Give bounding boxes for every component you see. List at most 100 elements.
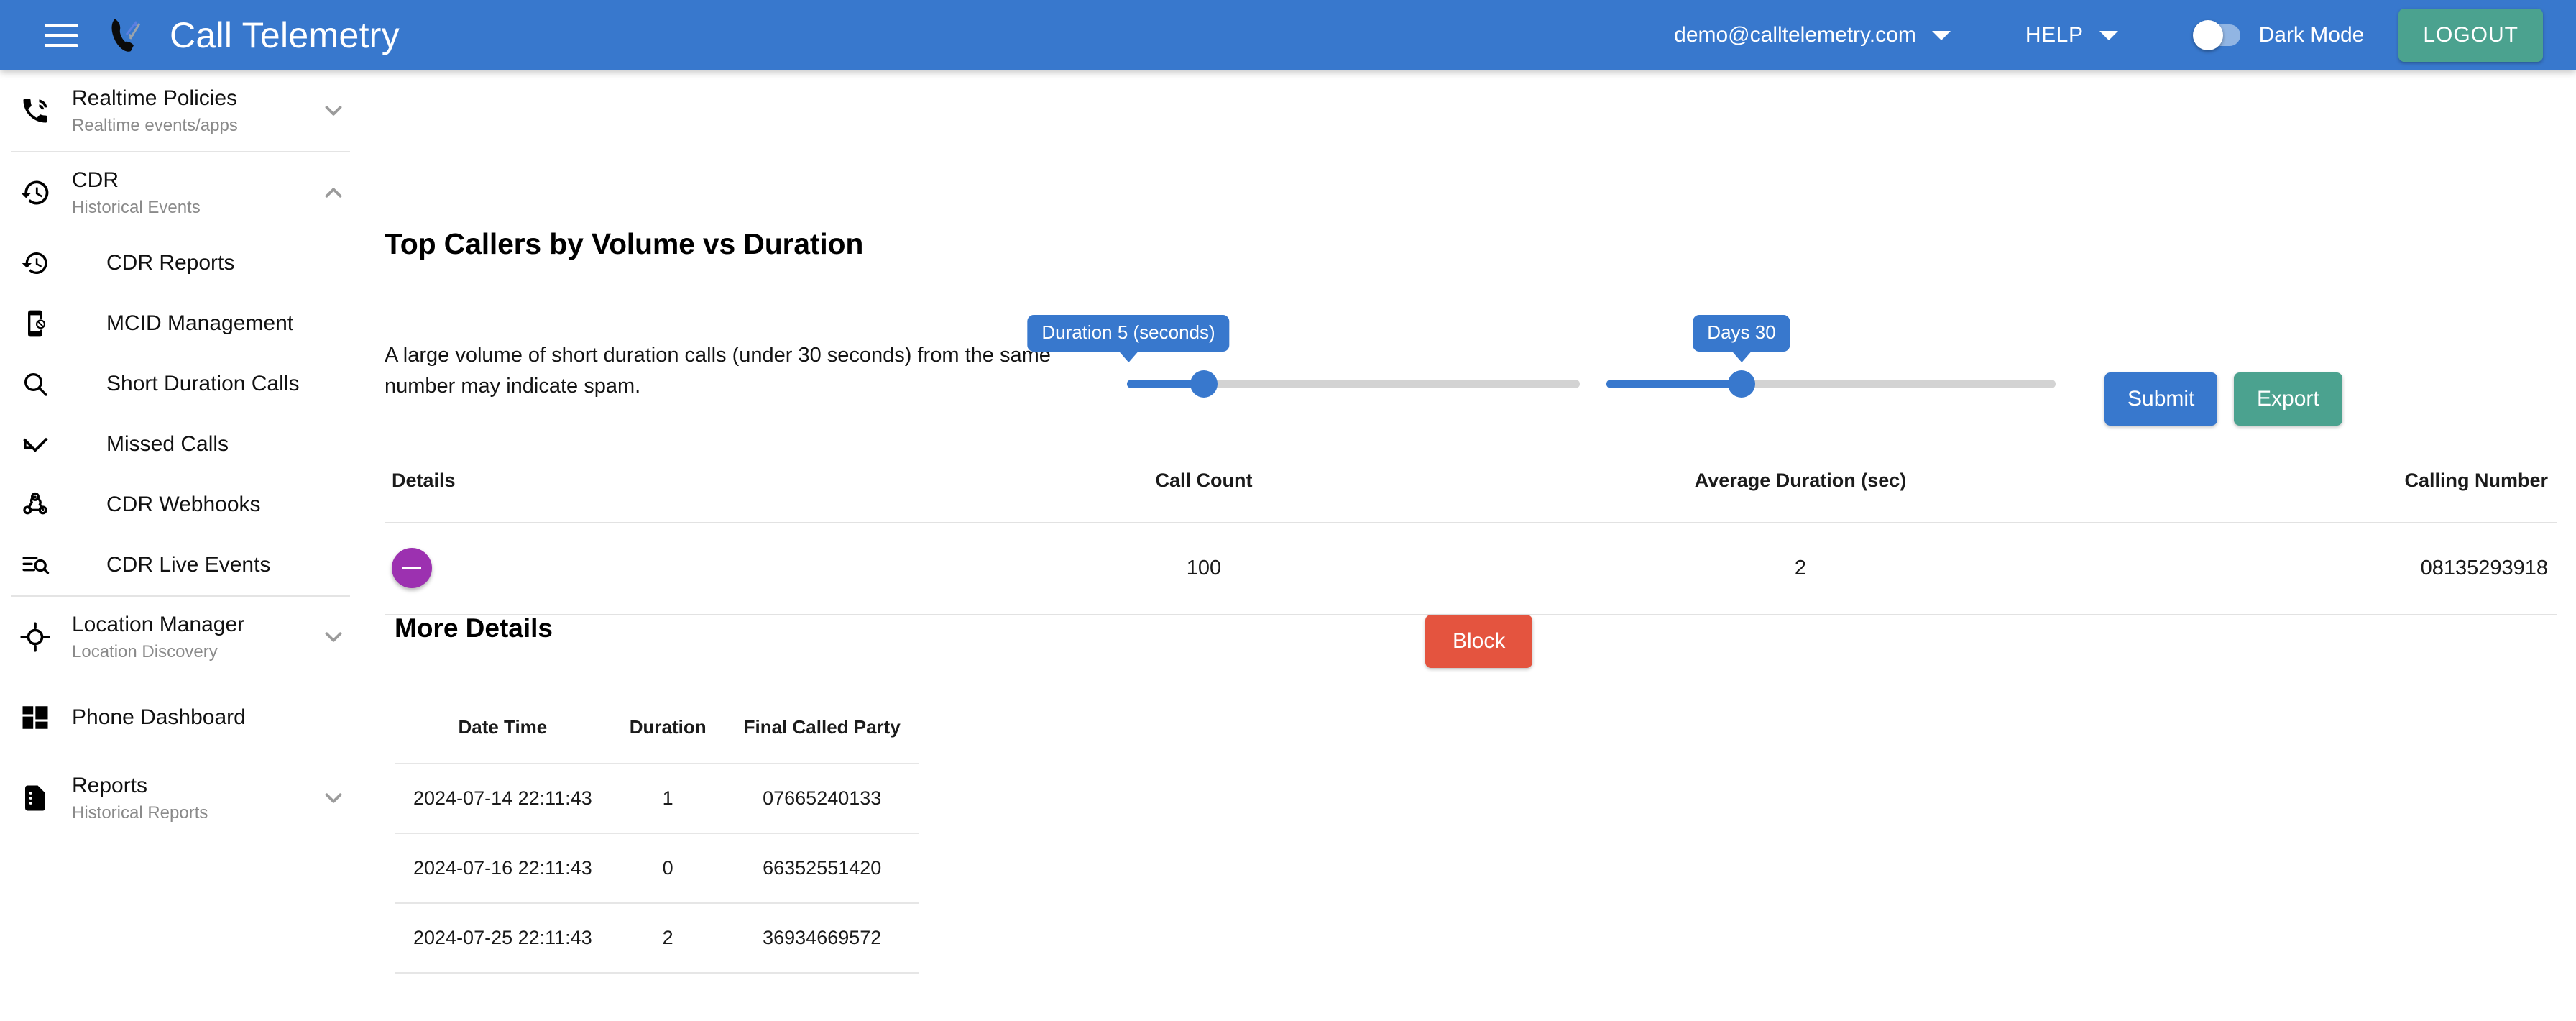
sidebar-group-realtime-policies: Realtime Policies Realtime events/apps bbox=[0, 70, 362, 151]
slider-thumb[interactable] bbox=[1727, 370, 1755, 398]
webhook-icon bbox=[12, 490, 59, 519]
sidebar-item-mcid-management[interactable]: MCID Management bbox=[0, 293, 362, 354]
sidebar-item-label: CDR Live Events bbox=[106, 553, 271, 577]
app-bar-actions: demo@calltelemetry.com HELP Dark Mode LO… bbox=[1671, 0, 2543, 70]
column-header-call-count: Call Count bbox=[931, 454, 1477, 523]
sidebar-item-label: CDR Webhooks bbox=[106, 493, 261, 516]
chevron-up-icon[interactable] bbox=[320, 179, 347, 206]
submit-button[interactable]: Submit bbox=[2104, 372, 2218, 426]
cell-final-called-party: 36934669572 bbox=[724, 902, 919, 974]
sidebar-item-subtitle: Realtime events/apps bbox=[72, 115, 238, 135]
toggle-knob bbox=[2192, 20, 2223, 50]
cell-date-time: 2024-07-16 22:11:43 bbox=[395, 833, 611, 903]
sidebar-item-text: Reports Historical Reports bbox=[72, 772, 208, 824]
list-item: 2024-07-25 22:11:43 2 36934669572 bbox=[395, 902, 919, 974]
sidebar-item-label: MCID Management bbox=[106, 311, 294, 335]
sidebar-item-text: Phone Dashboard bbox=[72, 704, 246, 731]
top-app-bar: Call Telemetry demo@calltelemetry.com HE… bbox=[0, 0, 2576, 70]
sidebar-group-reports: Reports Historical Reports bbox=[0, 758, 362, 838]
sidebar-item-realtime-policies[interactable]: Realtime Policies Realtime events/apps bbox=[0, 70, 362, 151]
sidebar-item-title: Phone Dashboard bbox=[72, 705, 246, 730]
cell-duration: 2 bbox=[610, 902, 725, 974]
duration-slider[interactable] bbox=[1127, 370, 1580, 398]
cell-final-called-party: 07665240133 bbox=[724, 763, 919, 833]
top-callers-table: Details Call Count Average Duration (sec… bbox=[385, 454, 2557, 615]
call-missed-icon bbox=[12, 430, 59, 459]
sidebar-item-missed-calls[interactable]: Missed Calls bbox=[0, 414, 362, 475]
sidebar-group-location-manager: Location Manager Location Discovery bbox=[0, 597, 362, 677]
dark-mode-toggle[interactable]: Dark Mode bbox=[2192, 20, 2365, 50]
table-body: 100 2 08135293918 bbox=[385, 523, 2557, 615]
minus-bar bbox=[402, 567, 421, 569]
hamburger-menu-icon[interactable] bbox=[45, 22, 78, 48]
sidebar-nav: Realtime Policies Realtime events/apps C… bbox=[0, 70, 362, 1021]
user-account-menu[interactable]: demo@calltelemetry.com bbox=[1671, 23, 1954, 47]
chevron-down-icon[interactable] bbox=[320, 97, 347, 124]
main-content: Top Callers by Volume vs Duration A larg… bbox=[362, 70, 2576, 1021]
sidebar-item-title: Realtime Policies bbox=[72, 86, 238, 111]
sidebar-item-text: Realtime Policies Realtime events/apps bbox=[72, 85, 238, 137]
collapse-minus-icon[interactable] bbox=[392, 548, 432, 588]
sidebar-item-cdr-webhooks[interactable]: CDR Webhooks bbox=[0, 475, 362, 535]
slider-thumb[interactable] bbox=[1190, 370, 1218, 398]
table-header-row: Details Call Count Average Duration (sec… bbox=[385, 454, 2557, 523]
sidebar-item-cdr-live-events[interactable]: CDR Live Events bbox=[0, 535, 362, 595]
list-item: 2024-07-14 22:11:43 1 07665240133 bbox=[395, 763, 919, 833]
sidebar-item-location-manager[interactable]: Location Manager Location Discovery bbox=[0, 597, 362, 677]
chevron-down-icon[interactable] bbox=[320, 784, 347, 812]
chevron-down-icon bbox=[2099, 30, 2118, 40]
sidebar-item-cdr-reports[interactable]: CDR Reports bbox=[0, 233, 362, 293]
sidebar-item-phone-dashboard[interactable]: Phone Dashboard bbox=[0, 677, 362, 758]
days-slider-badge: Days 30 bbox=[1693, 315, 1790, 352]
search-list-icon bbox=[12, 551, 59, 580]
table-head: Details Call Count Average Duration (sec… bbox=[385, 454, 2557, 523]
sidebar-item-title: Reports bbox=[72, 774, 148, 798]
hamburger-bar bbox=[45, 33, 78, 37]
details-header-row: Date Time Duration Final Called Party bbox=[395, 703, 919, 764]
help-menu[interactable]: HELP bbox=[1954, 23, 2121, 47]
sidebar-item-subtitle: Historical Events bbox=[72, 197, 201, 217]
sidebar-item-title: CDR bbox=[72, 168, 119, 193]
sidebar-item-label: CDR Reports bbox=[106, 251, 235, 275]
column-header-calling-number: Calling Number bbox=[2124, 454, 2557, 523]
block-button[interactable]: Block bbox=[1425, 615, 1533, 668]
sidebar-item-label: Short Duration Calls bbox=[106, 372, 300, 395]
phone-telemetry-logo bbox=[102, 12, 150, 59]
export-button[interactable]: Export bbox=[2234, 372, 2342, 426]
toggle-track bbox=[2192, 20, 2240, 50]
slider-fill bbox=[1606, 380, 1742, 388]
search-icon bbox=[12, 370, 59, 398]
dashboard-grid-icon bbox=[12, 702, 59, 733]
help-label: HELP bbox=[2025, 23, 2084, 47]
sidebar-item-reports[interactable]: Reports Historical Reports bbox=[0, 758, 362, 838]
chevron-down-icon bbox=[1931, 30, 1951, 40]
cell-call-count: 100 bbox=[931, 523, 1477, 615]
sidebar-item-text: Location Manager Location Discovery bbox=[72, 611, 244, 663]
dark-mode-label: Dark Mode bbox=[2258, 23, 2365, 47]
spam-description: A large volume of short duration calls (… bbox=[385, 344, 1051, 398]
days-slider[interactable] bbox=[1606, 370, 2056, 398]
hamburger-bar bbox=[45, 43, 78, 47]
sidebar-group-phone-dashboard: Phone Dashboard bbox=[0, 677, 362, 758]
user-email-label: demo@calltelemetry.com bbox=[1674, 23, 1916, 47]
details-table-head: Date Time Duration Final Called Party bbox=[395, 703, 919, 764]
sidebar-item-subtitle: Historical Reports bbox=[72, 802, 208, 823]
cell-date-time: 2024-07-14 22:11:43 bbox=[395, 763, 611, 833]
sidebar-item-short-duration-calls[interactable]: Short Duration Calls bbox=[0, 354, 362, 414]
sidebar-item-text: CDR Historical Events bbox=[72, 167, 201, 219]
column-header-date-time: Date Time bbox=[458, 716, 548, 738]
column-header-duration: Duration bbox=[629, 716, 707, 738]
list-item: 2024-07-16 22:11:43 0 66352551420 bbox=[395, 833, 919, 903]
cell-details bbox=[385, 523, 931, 615]
cell-calling-number: 08135293918 bbox=[2124, 523, 2557, 615]
document-report-icon bbox=[12, 783, 59, 813]
details-table-body: 2024-07-14 22:11:43 1 07665240133 2024-0… bbox=[395, 763, 919, 974]
chevron-down-icon[interactable] bbox=[320, 623, 347, 651]
cell-average-duration: 2 bbox=[1477, 523, 2124, 615]
logout-button[interactable]: LOGOUT bbox=[2398, 9, 2543, 62]
cell-date-time: 2024-07-25 22:11:43 bbox=[395, 902, 611, 974]
sidebar-item-cdr[interactable]: CDR Historical Events bbox=[0, 152, 362, 233]
table-row: 100 2 08135293918 bbox=[385, 523, 2557, 615]
sidebar-item-label: Missed Calls bbox=[106, 432, 229, 456]
cell-duration: 1 bbox=[610, 763, 725, 833]
